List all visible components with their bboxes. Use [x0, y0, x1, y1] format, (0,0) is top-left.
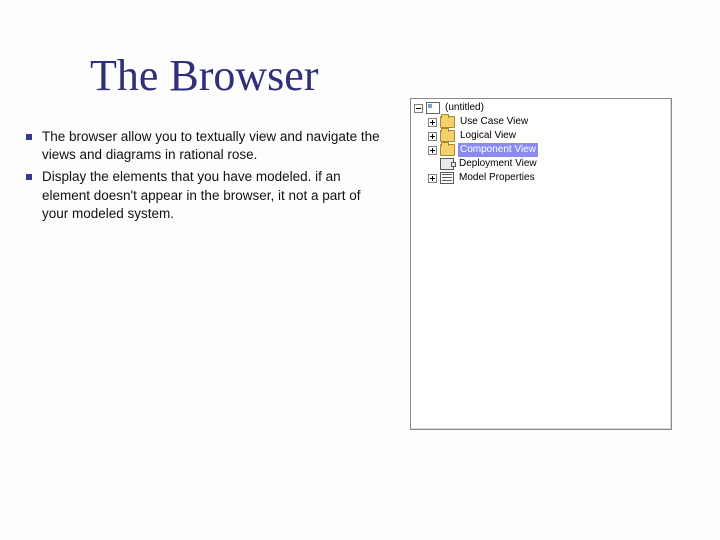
tree-node-label: Model Properties [457, 171, 537, 185]
expand-icon[interactable] [428, 174, 437, 183]
folder-icon [440, 144, 455, 156]
tree-indent [414, 157, 428, 171]
folder-icon [440, 116, 455, 128]
tree-node-component-view[interactable]: Component View [414, 143, 668, 157]
tree-node-label: Component View [458, 143, 538, 157]
bullet-item: The browser allow you to textually view … [26, 128, 386, 164]
expand-icon[interactable] [428, 118, 437, 127]
tree-node-label: Use Case View [458, 115, 530, 129]
tree-node-use-case-view[interactable]: Use Case View [414, 115, 668, 129]
slide-title: The Browser [90, 50, 319, 101]
tree-node-label: Logical View [458, 129, 518, 143]
collapse-icon[interactable] [414, 104, 423, 113]
bullet-text: Display the elements that you have model… [42, 168, 386, 223]
folder-icon [440, 130, 455, 142]
tree-root[interactable]: (untitled) [414, 101, 668, 115]
square-bullet-icon [26, 134, 32, 140]
tree-node-logical-view[interactable]: Logical View [414, 129, 668, 143]
bullet-list: The browser allow you to textually view … [26, 128, 386, 227]
tree-indent [414, 143, 428, 157]
tree-indent [414, 115, 428, 129]
expand-icon[interactable] [428, 132, 437, 141]
bullet-item: Display the elements that you have model… [26, 168, 386, 223]
tree-node-deployment-view[interactable]: Deployment View [414, 157, 668, 171]
tree-indent [428, 157, 440, 171]
tree-node-label: Deployment View [457, 157, 539, 171]
square-bullet-icon [26, 174, 32, 180]
model-icon [426, 102, 440, 114]
tree-indent [414, 171, 428, 185]
browser-tree-panel[interactable]: (untitled) Use Case View Logical View Co… [410, 98, 672, 430]
tree-indent [414, 129, 428, 143]
slide: The Browser The browser allow you to tex… [0, 0, 720, 540]
deployment-icon [440, 158, 454, 170]
properties-icon [440, 172, 454, 184]
tree-node-label: (untitled) [443, 101, 486, 115]
tree-node-model-properties[interactable]: Model Properties [414, 171, 668, 185]
expand-icon[interactable] [428, 146, 437, 155]
bullet-text: The browser allow you to textually view … [42, 128, 386, 164]
